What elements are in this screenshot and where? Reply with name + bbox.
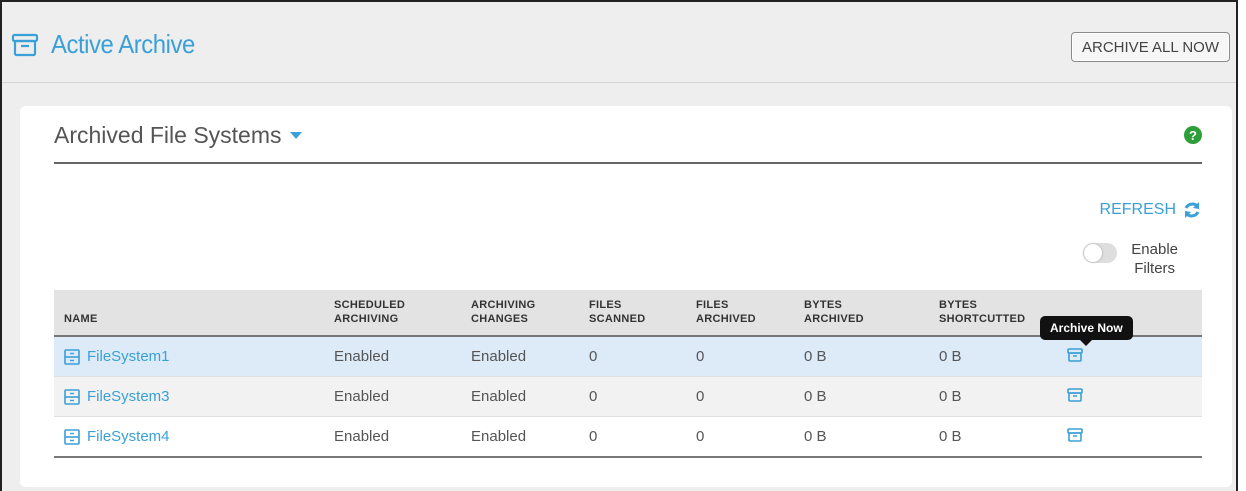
archive-now-icon [1067, 427, 1083, 442]
file-system-link[interactable]: FileSystem1 [64, 348, 334, 365]
scheduled-cell: Enabled [334, 428, 390, 445]
name-cell: FileSystem4 [54, 417, 334, 458]
refresh-icon [1184, 202, 1200, 218]
page-title: Active Archive [51, 29, 195, 59]
filters-label-line1: Enable [1131, 241, 1178, 258]
card-header: Archived File Systems ? [54, 122, 1202, 164]
enable-filters-toggle[interactable] [1083, 243, 1118, 263]
archived-file-systems-card: Archived File Systems ? REFRESH Enable F… [20, 106, 1232, 487]
file-system-icon [64, 348, 80, 365]
page-header: Active Archive ARCHIVE ALL NOW [2, 2, 1236, 83]
archive-now-button[interactable] [1067, 387, 1083, 407]
app-frame: Active Archive ARCHIVE ALL NOW Archived … [0, 0, 1238, 491]
file-system-name: FileSystem1 [87, 348, 170, 365]
bytes-archived-cell: 0 B [804, 348, 827, 365]
enable-filters-label: Enable Filters [1131, 240, 1178, 278]
bytes-shortcutted-cell: 0 B [939, 348, 962, 365]
table-row[interactable]: FileSystem1 Enabled Enabled 0 0 0 B 0 B [54, 336, 1202, 377]
scheduled-cell: Enabled [334, 348, 390, 365]
name-cell: FileSystem3 [54, 377, 334, 417]
table-header-row: NAME SCHEDULED ARCHIVING ARCHIVING CHANGES… [54, 290, 1202, 336]
card-title-dropdown[interactable]: Archived File Systems [54, 122, 302, 149]
filters-label-line2: Filters [1134, 260, 1176, 277]
column-header-files-scanned[interactable]: FILES SCANNED [589, 290, 696, 336]
changes-cell: Enabled [471, 348, 527, 365]
archive-box-icon [11, 33, 39, 56]
toggle-knob [1084, 244, 1103, 262]
scanned-cell: 0 [589, 348, 598, 365]
table-row[interactable]: FileSystem4 Enabled Enabled 0 0 0 B 0 B [54, 417, 1202, 458]
help-icon[interactable]: ? [1184, 126, 1202, 144]
archive-now-icon [1067, 387, 1083, 402]
archived-cell: 0 [696, 428, 705, 445]
file-system-icon [64, 388, 80, 405]
archive-now-icon [1067, 347, 1083, 362]
column-header-scheduled-archiving[interactable]: SCHEDULED ARCHIVING [334, 290, 471, 336]
page-title-group: Active Archive [11, 29, 207, 60]
archived-cell: 0 [696, 388, 705, 405]
archive-now-button[interactable] [1067, 347, 1083, 367]
refresh-button[interactable]: REFRESH [1100, 200, 1202, 220]
enable-filters-control: Enable Filters [1083, 240, 1178, 278]
file-system-link[interactable]: FileSystem4 [64, 428, 334, 445]
changes-cell: Enabled [471, 428, 527, 445]
action-cell [1067, 417, 1202, 458]
column-header-archiving-changes[interactable]: ARCHIVING CHANGES [471, 290, 589, 336]
bytes-shortcutted-cell: 0 B [939, 388, 962, 405]
column-header-name[interactable]: NAME [54, 290, 334, 336]
changes-cell: Enabled [471, 388, 527, 405]
archive-all-now-button[interactable]: ARCHIVE ALL NOW [1071, 32, 1230, 62]
column-header-files-archived[interactable]: FILES ARCHIVED [696, 290, 804, 336]
column-header-bytes-archived[interactable]: BYTES ARCHIVED [804, 290, 939, 336]
card-title-label: Archived File Systems [54, 122, 282, 148]
archive-now-button[interactable] [1067, 427, 1083, 447]
bytes-archived-cell: 0 B [804, 388, 827, 405]
scheduled-cell: Enabled [334, 388, 390, 405]
scanned-cell: 0 [589, 428, 598, 445]
scanned-cell: 0 [589, 388, 598, 405]
action-cell [1067, 377, 1202, 417]
refresh-label: REFRESH [1099, 201, 1176, 218]
bytes-shortcutted-cell: 0 B [939, 428, 962, 445]
table-row[interactable]: FileSystem3 Enabled Enabled 0 0 0 B 0 B [54, 376, 1202, 417]
file-system-name: FileSystem4 [87, 428, 170, 445]
name-cell: FileSystem1 [54, 336, 334, 377]
file-system-icon [64, 428, 80, 445]
archived-cell: 0 [696, 348, 705, 365]
file-system-link[interactable]: FileSystem3 [64, 388, 334, 405]
bytes-archived-cell: 0 B [804, 428, 827, 445]
file-system-name: FileSystem3 [87, 388, 170, 405]
file-systems-table: NAME SCHEDULED ARCHIVING ARCHIVING CHANGES… [54, 290, 1202, 458]
caret-down-icon [289, 132, 302, 139]
archive-now-tooltip: Archive Now [1040, 316, 1133, 346]
